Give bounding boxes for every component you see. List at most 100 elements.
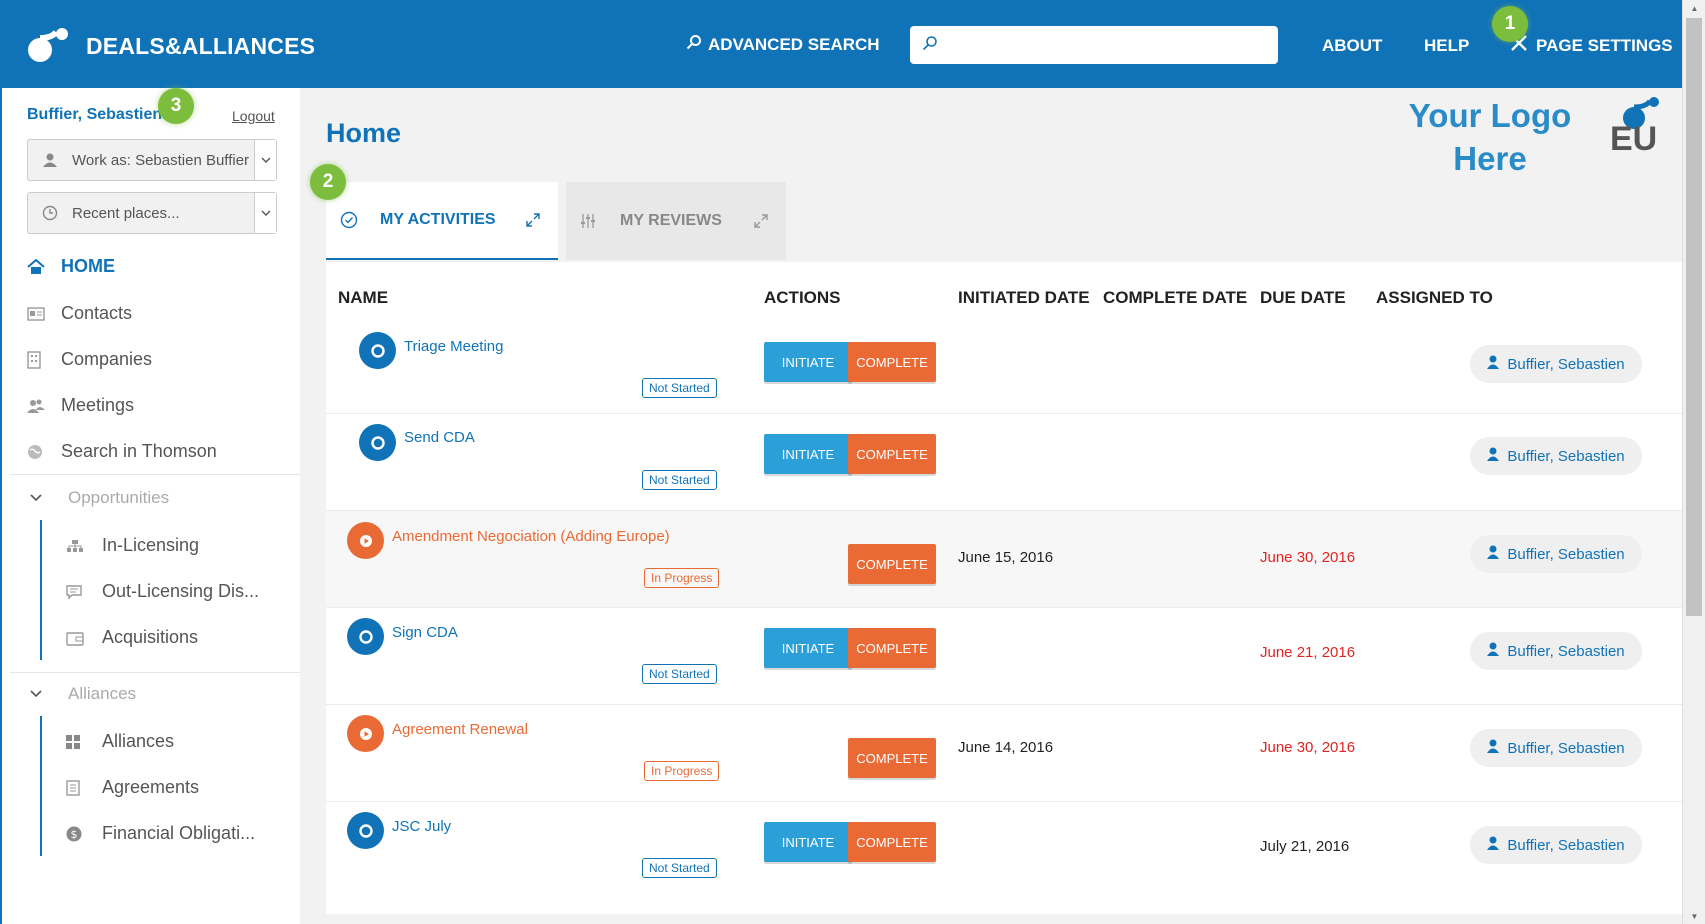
sidebar-item-agreements[interactable]: Agreements	[66, 777, 199, 798]
expand-icon[interactable]	[526, 213, 544, 227]
complete-button[interactable]: COMPLETE	[848, 738, 936, 778]
user-name[interactable]: Buffier, Sebastien	[27, 106, 162, 124]
advanced-search-link[interactable]: ADVANCED SEARCH	[686, 34, 880, 55]
sidebar-item-search-thomson[interactable]: Search in Thomson	[27, 441, 217, 462]
sidebar-item-label: Acquisitions	[102, 627, 199, 647]
sidebar-item-label: Meetings	[61, 395, 135, 415]
assignee-name: Buffier, Sebastien	[1507, 739, 1625, 757]
activity-name-link[interactable]: JSC July	[392, 818, 451, 835]
document-icon	[66, 779, 88, 796]
scroll-down-arrow-icon[interactable]: ▼	[1683, 908, 1705, 924]
section-line	[40, 716, 42, 856]
building-icon	[27, 350, 51, 369]
initiate-button[interactable]: INITIATE	[764, 628, 852, 668]
status-badge: In Progress	[644, 761, 720, 781]
sidebar-item-acquisitions[interactable]: Acquisitions	[66, 627, 198, 648]
complete-button[interactable]: COMPLETE	[848, 342, 936, 382]
org-chart-icon	[66, 539, 88, 553]
page-scrollbar[interactable]: ▲ ▼	[1682, 0, 1705, 924]
user-icon	[1487, 642, 1500, 660]
status-badge: Not Started	[642, 378, 717, 398]
assignee-chip[interactable]: Buffier, Sebastien	[1470, 535, 1642, 573]
callout-badge-2: 2	[310, 164, 346, 200]
grid-icon	[66, 734, 88, 749]
help-link[interactable]: HELP	[1424, 36, 1469, 56]
activity-name-link[interactable]: Agreement Renewal	[392, 721, 528, 738]
sidebar-item-in-licensing[interactable]: In-Licensing	[66, 535, 199, 556]
check-circle-icon	[340, 211, 360, 229]
activity-name-link[interactable]: Triage Meeting	[404, 338, 504, 355]
sidebar-item-contacts[interactable]: Contacts	[27, 303, 132, 324]
expand-icon[interactable]	[754, 214, 772, 228]
chevron-down-icon	[254, 193, 276, 233]
work-as-dropdown[interactable]: Work as: Sebastien Buffier	[27, 139, 277, 181]
initiate-button[interactable]: INITIATE	[764, 822, 852, 862]
scroll-up-arrow-icon[interactable]: ▲	[1683, 0, 1705, 16]
assignee-chip[interactable]: Buffier, Sebastien	[1470, 826, 1642, 864]
tab-my-reviews[interactable]: MY REVIEWS	[566, 182, 786, 260]
assignee-chip[interactable]: Buffier, Sebastien	[1470, 729, 1642, 767]
recent-places-dropdown[interactable]: Recent places...	[27, 192, 277, 234]
status-badge: Not Started	[642, 664, 717, 684]
sidebar-item-out-licensing[interactable]: Out-Licensing Dis...	[66, 581, 259, 602]
table-row: Agreement Renewal In Progress COMPLETE J…	[326, 704, 1682, 801]
activity-name-link[interactable]: Send CDA	[404, 429, 475, 446]
assignee-name: Buffier, Sebastien	[1507, 447, 1625, 465]
initiate-button[interactable]: INITIATE	[764, 434, 852, 474]
eu-label: EU	[1610, 120, 1658, 158]
sidebar-item-label: In-Licensing	[102, 535, 200, 555]
assignee-name: Buffier, Sebastien	[1507, 545, 1625, 563]
home-icon	[27, 258, 51, 275]
sidebar-item-companies[interactable]: Companies	[27, 349, 152, 370]
activity-name-link[interactable]: Sign CDA	[392, 624, 458, 641]
table-row: Amendment Negociation (Adding Europe) In…	[326, 510, 1682, 607]
status-badge: Not Started	[642, 858, 717, 878]
section-label: Alliances	[68, 684, 137, 703]
assignee-name: Buffier, Sebastien	[1507, 642, 1625, 660]
in-progress-icon	[347, 522, 384, 559]
user-icon	[28, 152, 72, 168]
eu-logo: EU	[1610, 94, 1670, 164]
brand-logo-icon	[26, 26, 72, 66]
status-badge: Not Started	[642, 470, 717, 490]
sidebar-item-financial-obligations[interactable]: $ Financial Obligati...	[66, 823, 255, 844]
not-started-icon	[347, 812, 384, 849]
search-input[interactable]	[946, 26, 1278, 64]
due-date: June 21, 2016	[1260, 644, 1356, 661]
section-opportunities[interactable]: Opportunities	[30, 488, 169, 508]
column-header-initiated-date: INITIATED DATE	[958, 288, 1090, 307]
logo-text-line2: Here	[1453, 140, 1527, 177]
complete-button[interactable]: COMPLETE	[848, 544, 936, 584]
chevron-down-icon	[254, 140, 276, 180]
recent-places-value: Recent places...	[72, 204, 180, 222]
chevron-down-icon	[30, 491, 56, 505]
activity-name-link[interactable]: Amendment Negociation (Adding Europe)	[392, 528, 670, 545]
complete-button[interactable]: COMPLETE	[848, 434, 936, 474]
tab-my-activities[interactable]: MY ACTIVITIES	[326, 182, 558, 260]
initiate-button[interactable]: INITIATE	[764, 342, 852, 382]
about-link[interactable]: ABOUT	[1322, 36, 1382, 56]
sidebar-item-meetings[interactable]: Meetings	[27, 395, 134, 416]
page-settings-button[interactable]: PAGE SETTINGS	[1510, 34, 1673, 57]
sidebar: Buffier, Sebastien Logout Work as: Sebas…	[0, 88, 302, 924]
brand[interactable]: DEALS&ALLIANCES	[26, 26, 315, 66]
divider	[10, 474, 302, 475]
complete-button[interactable]: COMPLETE	[848, 822, 936, 862]
assignee-chip[interactable]: Buffier, Sebastien	[1470, 345, 1642, 383]
sidebar-item-home[interactable]: HOME	[27, 256, 115, 277]
logout-link[interactable]: Logout	[232, 108, 275, 124]
globe-icon	[27, 444, 51, 460]
sidebar-item-alliances[interactable]: Alliances	[66, 731, 174, 752]
user-icon	[1487, 836, 1500, 854]
section-alliances[interactable]: Alliances	[30, 684, 136, 704]
search-box[interactable]	[910, 26, 1278, 64]
assignee-chip[interactable]: Buffier, Sebastien	[1470, 632, 1642, 670]
page-title: Home	[326, 118, 402, 148]
due-date: June 30, 2016	[1260, 739, 1356, 756]
assignee-chip[interactable]: Buffier, Sebastien	[1470, 437, 1642, 475]
complete-button[interactable]: COMPLETE	[848, 628, 936, 668]
table-row: Send CDA Not Started INITIATE COMPLETE B…	[326, 413, 1682, 510]
work-as-value: Work as: Sebastien Buffier	[72, 151, 250, 169]
not-started-icon	[347, 618, 384, 655]
scroll-thumb[interactable]	[1686, 18, 1702, 616]
